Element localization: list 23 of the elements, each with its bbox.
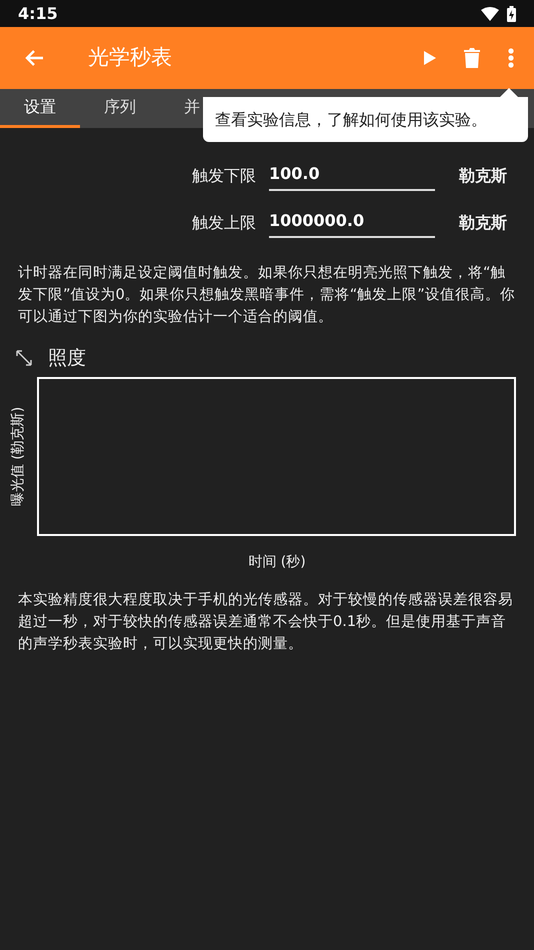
battery-icon (507, 6, 516, 22)
graph-title: 照度 (48, 346, 86, 371)
expand-icon[interactable] (16, 350, 32, 366)
axis-label: 曝光值 (勒克斯) (9, 406, 27, 506)
back-arrow-icon (24, 49, 44, 67)
unit-label: 勒克斯 (458, 164, 507, 186)
axis-label: 时间 (秒) (248, 552, 306, 572)
unit-label: 勒克斯 (458, 212, 507, 234)
input-field[interactable]: 100.0 (269, 160, 435, 191)
note-text: 本实验精度很大程度取决于手机的光传感器。对于较慢的传感器误差很容易超过一秒，对于较快的传感器误差通常不会快于0.1秒。但是使用基于声音的声学秒表实验时，可以实现更快的测量。 (17, 590, 514, 654)
more-options-icon (508, 48, 514, 68)
status-time: 4:15 (18, 2, 58, 24)
wifi-icon (481, 6, 499, 20)
tab[interactable]: 设置 (0, 89, 80, 128)
tab[interactable]: 序列 (80, 89, 160, 128)
field-label: 触发下限 (191, 164, 256, 186)
app-title: 光学秒表 (88, 44, 173, 72)
description-text: 计时器在同时满足设定阈值时触发。如果你只想在明亮光照下触发，将“触发下限”值设为0。如果你只想触发黑暗事件，需将“触发上限”设值很高。你可以通过下图为你的实验估计一个适合的阈值。 (17, 264, 516, 327)
tooltip: 查看实验信息，了解如何使用该实验。 (203, 88, 528, 142)
input-field[interactable]: 1000000.0 (269, 207, 435, 238)
trash-icon (464, 48, 480, 68)
play-icon (424, 51, 436, 65)
field-label: 触发上限 (191, 212, 256, 234)
